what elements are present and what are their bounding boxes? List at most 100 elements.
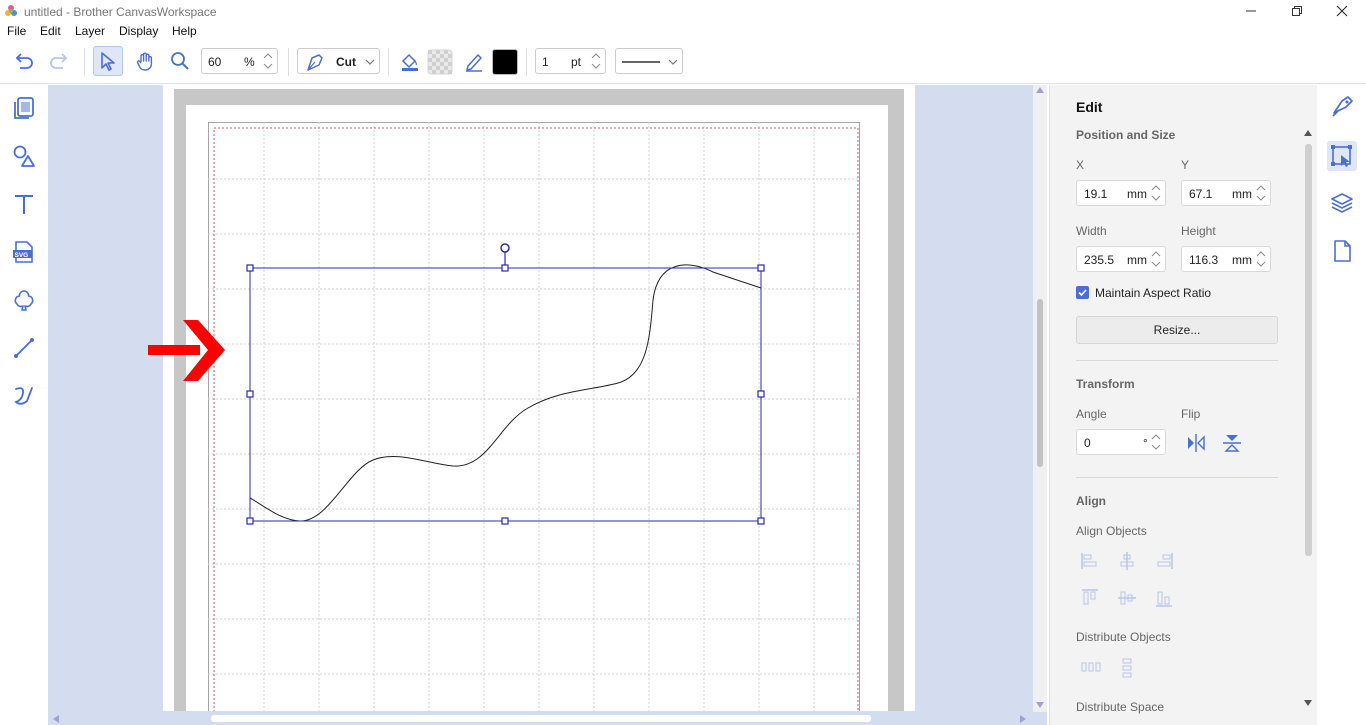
line-width-value: 1: [542, 55, 549, 69]
x-spinner[interactable]: [1149, 182, 1163, 204]
zoom-level-field[interactable]: 60 %: [201, 48, 278, 74]
vertical-scroll-thumb[interactable]: [1037, 299, 1043, 467]
x-value: 19.1: [1084, 187, 1108, 201]
rotate-handle[interactable]: [500, 243, 510, 253]
pattern-icon: [14, 290, 34, 311]
align-objects-label: Align Objects: [1076, 524, 1147, 538]
line-color-button[interactable]: [459, 46, 489, 76]
align-right-button[interactable]: [1154, 551, 1174, 571]
width-spinner[interactable]: [1149, 248, 1163, 270]
line-button[interactable]: [10, 334, 38, 362]
distribute-horizontal-button[interactable]: [1080, 657, 1102, 677]
page-icon: [1334, 240, 1351, 262]
minimize-icon: [1246, 10, 1256, 12]
position-size-heading: Position and Size: [1076, 128, 1176, 142]
line-style-dropdown[interactable]: [615, 48, 683, 74]
edit-object-button[interactable]: [1327, 141, 1357, 171]
resize-handle-nw[interactable]: [246, 264, 254, 272]
app-logo-icon: [5, 5, 17, 16]
angle-unit: °: [1143, 436, 1148, 450]
line-color-swatch[interactable]: [490, 47, 520, 77]
redo-button[interactable]: [44, 46, 74, 76]
height-field[interactable]: 116.3 mm: [1181, 246, 1271, 272]
zoom-level-unit: %: [244, 55, 255, 69]
layers-icon: [1331, 193, 1353, 213]
canvas-horizontal-scrollbar[interactable]: [48, 711, 1033, 725]
panel-scrollbar[interactable]: [1303, 130, 1313, 560]
line-width-field[interactable]: 1 pt: [535, 48, 606, 74]
align-left-icon: [1081, 553, 1097, 569]
restore-button[interactable]: [1274, 0, 1320, 22]
resize-handle-e[interactable]: [757, 390, 765, 398]
align-middle-button[interactable]: [1117, 588, 1137, 608]
wavy-path[interactable]: [249, 264, 762, 522]
maintain-aspect-label[interactable]: Maintain Aspect Ratio: [1095, 286, 1211, 300]
svg-import-icon: SVG: [13, 241, 33, 263]
distribute-vertical-icon: [1122, 658, 1132, 678]
menu-layer[interactable]: Layer: [75, 24, 105, 38]
angle-spinner[interactable]: [1149, 431, 1163, 453]
undo-button[interactable]: [9, 46, 39, 76]
flip-vertical-button[interactable]: [1221, 432, 1243, 454]
resize-button[interactable]: Resize...: [1076, 316, 1278, 344]
height-spinner[interactable]: [1254, 248, 1268, 270]
spinner-arrows-icon: [1151, 251, 1161, 267]
fill-bucket-button[interactable]: [395, 46, 425, 76]
freehand-button[interactable]: [10, 382, 38, 410]
cut-mode-dropdown[interactable]: Cut: [297, 48, 380, 74]
align-center-button[interactable]: [1117, 551, 1137, 571]
width-field[interactable]: 235.5 mm: [1076, 246, 1166, 272]
menu-file[interactable]: File: [7, 24, 26, 38]
canvas-area[interactable]: [48, 85, 1047, 725]
fill-transparent-swatch[interactable]: [425, 47, 455, 77]
canvas-vertical-scrollbar[interactable]: [1033, 85, 1047, 712]
panel-scroll-thumb[interactable]: [1305, 144, 1312, 556]
text-button[interactable]: [10, 190, 38, 218]
page-button[interactable]: [1327, 236, 1357, 266]
panel-divider: [1076, 360, 1278, 361]
height-label: Height: [1181, 224, 1216, 238]
layers-button[interactable]: [1327, 188, 1357, 218]
transparent-swatch-icon: [427, 49, 453, 75]
align-top-button[interactable]: [1080, 588, 1100, 608]
close-button[interactable]: [1319, 0, 1365, 22]
align-left-button[interactable]: [1080, 551, 1100, 571]
cutting-settings-button[interactable]: [1327, 92, 1357, 122]
spinner-arrows-icon: [1151, 185, 1161, 201]
resize-handle-w[interactable]: [246, 390, 254, 398]
align-middle-icon: [1118, 591, 1136, 605]
resize-handle-se[interactable]: [757, 517, 765, 525]
menu-edit[interactable]: Edit: [40, 24, 61, 38]
y-field[interactable]: 67.1 mm: [1181, 180, 1271, 206]
menu-display[interactable]: Display: [119, 24, 158, 38]
y-unit: mm: [1232, 187, 1252, 201]
pattern-button[interactable]: [10, 286, 38, 314]
scroll-left-icon: [53, 715, 59, 723]
resize-handle-ne[interactable]: [757, 264, 765, 272]
pan-tool-button[interactable]: [130, 46, 160, 76]
align-bottom-button[interactable]: [1154, 588, 1174, 608]
select-tool-button[interactable]: [93, 46, 123, 76]
minimize-button[interactable]: [1228, 0, 1274, 22]
resize-handle-sw[interactable]: [246, 517, 254, 525]
horizontal-scroll-thumb[interactable]: [211, 715, 871, 722]
line-width-spinner[interactable]: [589, 50, 603, 72]
resize-handle-n[interactable]: [501, 264, 509, 272]
x-field[interactable]: 19.1 mm: [1076, 180, 1166, 206]
left-toolbar: SVG: [0, 85, 48, 725]
zoom-spinner[interactable]: [261, 50, 275, 72]
zoom-tool-button[interactable]: [165, 46, 195, 76]
svg-import-button[interactable]: SVG: [10, 238, 38, 266]
y-spinner[interactable]: [1254, 182, 1268, 204]
menu-help[interactable]: Help: [172, 24, 197, 38]
angle-field[interactable]: 0 °: [1076, 429, 1166, 455]
toolbar-separator: [84, 48, 85, 76]
y-label: Y: [1181, 158, 1190, 172]
distribute-vertical-button[interactable]: [1117, 657, 1137, 679]
templates-button[interactable]: [10, 94, 38, 122]
resize-handle-s[interactable]: [501, 517, 509, 525]
angle-label: Angle: [1076, 407, 1107, 421]
flip-horizontal-button[interactable]: [1185, 432, 1207, 454]
shapes-button[interactable]: [10, 142, 38, 170]
maintain-aspect-checkbox[interactable]: [1076, 286, 1089, 299]
